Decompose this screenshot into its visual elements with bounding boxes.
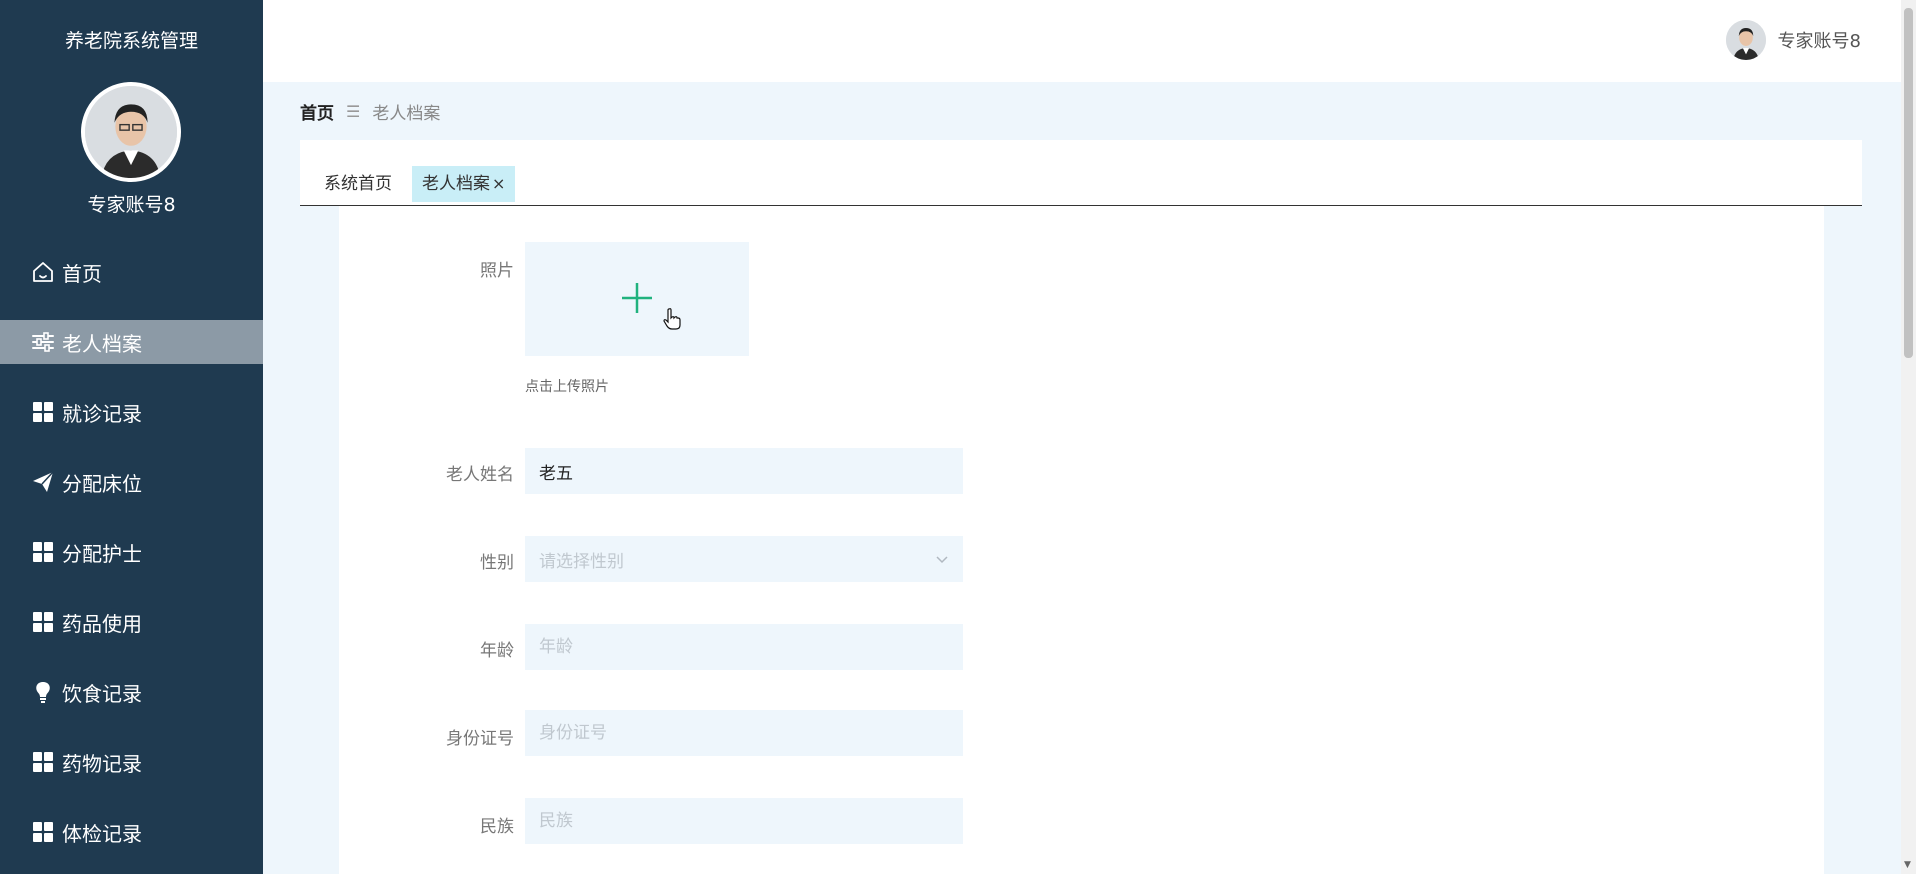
grid-icon <box>30 609 56 635</box>
tabs-bar: 系统首页 老人档案 × <box>300 140 1862 206</box>
header-user-menu[interactable]: 专家账号8 <box>1725 20 1861 60</box>
sidebar-item-label: 分配床位 <box>62 471 142 496</box>
gender-label: 性别 <box>480 553 514 573</box>
hand-cursor-icon <box>663 307 681 331</box>
bulb-icon <box>30 679 56 705</box>
tab-elder-records[interactable]: 老人档案 × <box>412 166 516 202</box>
sidebar-item-label: 药品使用 <box>62 611 142 636</box>
sliders-icon <box>30 329 56 355</box>
user-avatar-icon <box>1725 20 1766 60</box>
sidebar-item-label: 首页 <box>62 261 102 286</box>
top-bar: 专家账号8 <box>263 0 1901 82</box>
sidebar-item-diet-records[interactable]: 饮食记录 <box>0 670 263 714</box>
name-input[interactable] <box>525 448 963 494</box>
gender-select-placeholder: 请选择性别 <box>539 551 624 572</box>
age-input[interactable] <box>525 624 963 670</box>
sidebar-item-label: 药物记录 <box>62 751 142 776</box>
user-avatar-icon <box>85 86 177 178</box>
sidebar-item-checkup-records[interactable]: 体检记录 <box>0 810 263 854</box>
ethnicity-label: 民族 <box>480 817 514 837</box>
page-scrollbar[interactable]: ▼ <box>1901 0 1916 874</box>
breadcrumb: 首页 ☰ 老人档案 <box>300 99 440 124</box>
breadcrumb-home[interactable]: 首页 <box>300 99 334 124</box>
age-label: 年龄 <box>480 641 514 661</box>
sidebar-avatar <box>81 82 181 182</box>
photo-upload-button[interactable] <box>525 242 749 356</box>
grid-icon <box>30 539 56 565</box>
sidebar-item-drug-usage[interactable]: 药品使用 <box>0 600 263 644</box>
id-number-label: 身份证号 <box>446 729 514 749</box>
sidebar-item-assign-bed[interactable]: 分配床位 <box>0 460 263 504</box>
header-user-name: 专家账号8 <box>1777 31 1861 52</box>
sidebar: 养老院系统管理 专家账号8 首页 老人档案 就诊记录 分配床位 分配护士 药品使… <box>0 0 263 874</box>
sidebar-item-label: 老人档案 <box>62 331 142 356</box>
chevron-down-icon <box>935 552 949 566</box>
sidebar-item-label: 体检记录 <box>62 821 142 846</box>
home-icon <box>30 259 56 285</box>
photo-upload-hint: 点击上传照片 <box>525 379 609 395</box>
sidebar-item-assign-nurse[interactable]: 分配护士 <box>0 530 263 574</box>
gender-select[interactable]: 请选择性别 <box>525 536 963 582</box>
tab-system-home[interactable]: 系统首页 <box>314 166 402 202</box>
breadcrumb-current: 老人档案 <box>372 104 441 124</box>
grid-icon <box>30 749 56 775</box>
sidebar-item-label: 分配护士 <box>62 541 142 566</box>
breadcrumb-separator-icon: ☰ <box>346 102 361 121</box>
sidebar-item-label: 就诊记录 <box>62 401 142 426</box>
scroll-down-arrow-icon[interactable]: ▼ <box>1904 860 1911 870</box>
form-panel: 照片 点击上传照片 老人姓名 性别 请选择性别 年龄 身份证号 民族 <box>339 206 1824 874</box>
close-icon[interactable]: × <box>492 174 505 193</box>
sidebar-item-medication-records[interactable]: 药物记录 <box>0 740 263 784</box>
sidebar-item-label: 饮食记录 <box>62 681 142 706</box>
name-label: 老人姓名 <box>446 465 514 485</box>
sidebar-user-name: 专家账号8 <box>87 194 176 216</box>
paper-plane-icon <box>30 469 56 495</box>
grid-icon <box>30 399 56 425</box>
plus-icon <box>620 281 654 315</box>
scrollbar-thumb[interactable] <box>1904 8 1913 358</box>
sidebar-menu: 首页 老人档案 就诊记录 分配床位 分配护士 药品使用 饮食记录 药物记录 体检… <box>0 250 263 874</box>
system-title: 养老院系统管理 <box>64 30 198 52</box>
photo-label: 照片 <box>480 261 514 281</box>
id-number-input[interactable] <box>525 710 963 756</box>
ethnicity-input[interactable] <box>525 798 963 844</box>
sidebar-item-visit-records[interactable]: 就诊记录 <box>0 390 263 434</box>
grid-icon <box>30 819 56 845</box>
sidebar-item-elder-records[interactable]: 老人档案 <box>0 320 263 364</box>
header-avatar <box>1725 20 1766 60</box>
sidebar-item-home[interactable]: 首页 <box>0 250 263 294</box>
tab-label: 老人档案 <box>422 174 490 194</box>
tab-label: 系统首页 <box>324 174 392 194</box>
